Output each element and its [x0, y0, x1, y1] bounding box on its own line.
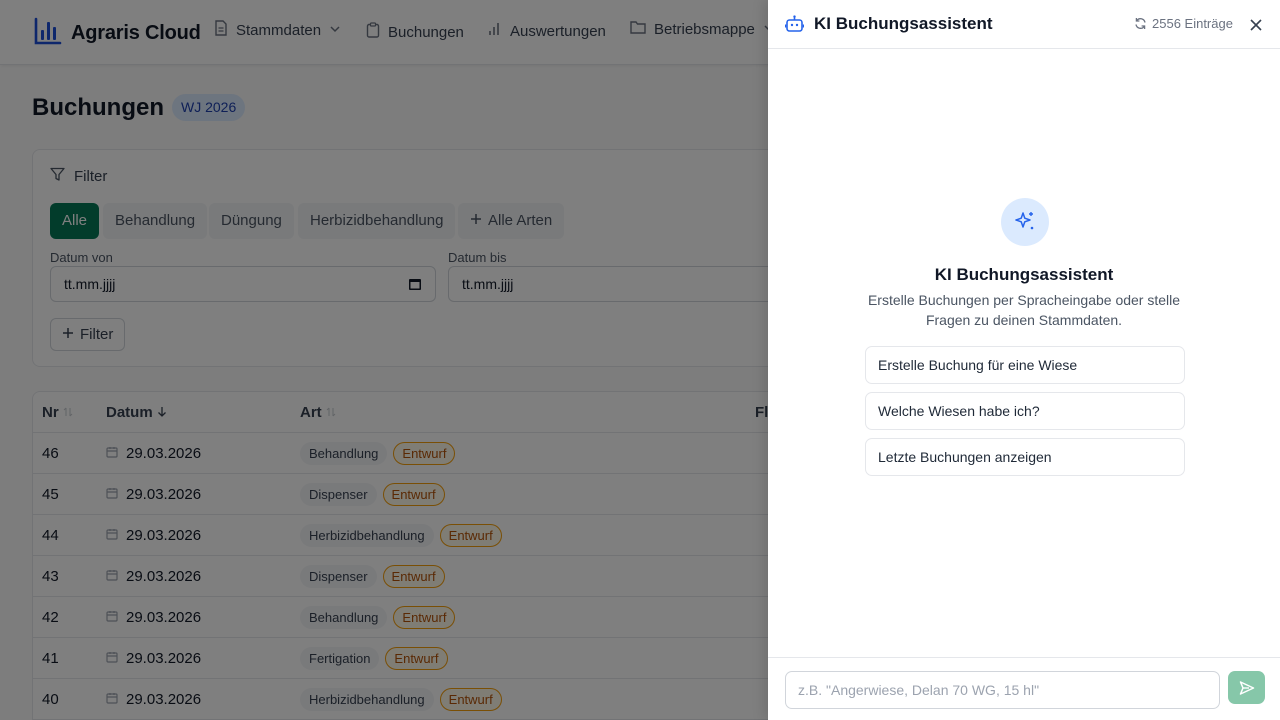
robot-icon	[784, 15, 805, 33]
suggestion-button[interactable]: Letzte Buchungen anzeigen	[865, 438, 1185, 476]
sparkles-badge	[1001, 198, 1049, 246]
chat-input[interactable]	[785, 671, 1220, 709]
send-icon	[1239, 680, 1255, 696]
close-icon	[1250, 19, 1262, 31]
refresh-icon	[1134, 17, 1147, 30]
sparkles-icon	[1013, 210, 1037, 234]
suggestion-button[interactable]: Welche Wiesen habe ich?	[865, 392, 1185, 430]
chat-footer	[768, 657, 1280, 720]
panel-header: KI Buchungsassistent 2556 Einträge	[768, 0, 1280, 49]
suggestion-button[interactable]: Erstelle Buchung für eine Wiese	[865, 346, 1185, 384]
welcome-title: KI Buchungsassistent	[934, 265, 1114, 284]
entries-label: 2556 Einträge	[1152, 16, 1233, 31]
welcome-text: Erstelle Buchungen per Spracheingabe ode…	[867, 292, 1181, 328]
close-button[interactable]	[1247, 16, 1265, 34]
ai-assistant-panel: KI Buchungsassistent 2556 Einträge KI Bu…	[768, 0, 1280, 720]
entries-count[interactable]: 2556 Einträge	[1134, 16, 1233, 31]
panel-title: KI Buchungsassistent	[814, 14, 993, 33]
send-button[interactable]	[1228, 671, 1265, 704]
